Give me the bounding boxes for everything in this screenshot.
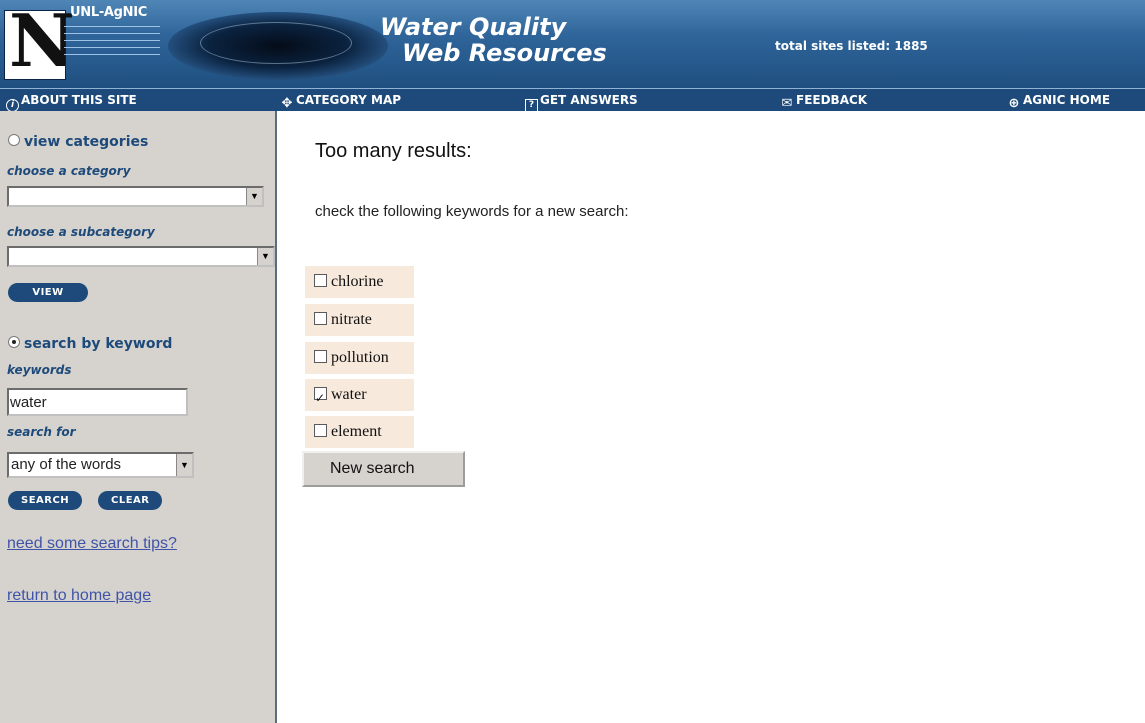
globe-icon: ⊕ [1008, 96, 1020, 111]
mail-icon: ✉ [781, 96, 793, 111]
search-button[interactable]: SEARCH [8, 491, 83, 510]
search-tips-link[interactable]: need some search tips? [7, 535, 177, 553]
return-home-link[interactable]: return to home page [7, 587, 151, 605]
choose-category-label: choose a category [7, 164, 131, 178]
dropdown-arrow-icon[interactable]: ▼ [246, 188, 262, 205]
keyword-checkbox-chlorine[interactable] [314, 274, 327, 287]
total-sites-count: total sites listed: 1885 [775, 39, 928, 53]
arrows-icon: ✥ [281, 96, 293, 111]
subcategory-select[interactable]: ▼ [7, 246, 275, 267]
nav-agnic-home-label: AGNIC HOME [1023, 93, 1111, 107]
keyword-label: element [331, 423, 382, 440]
site-title-line1: Water Quality [380, 13, 567, 41]
instructions-text: check the following keywords for a new s… [315, 203, 629, 220]
search-for-select-value: any of the words [11, 456, 122, 473]
dropdown-arrow-icon[interactable]: ▼ [176, 454, 192, 476]
keyword-option[interactable]: element [305, 416, 414, 448]
keyword-checkbox-water[interactable] [314, 382, 327, 414]
keyword-checkbox-element[interactable] [314, 424, 327, 437]
brand-name: UNL-AgNIC [70, 5, 148, 20]
keywords-label: keywords [7, 363, 72, 377]
new-search-button[interactable]: New search [302, 451, 465, 487]
search-keyword-radio[interactable] [8, 336, 20, 348]
view-categories-radio[interactable] [8, 134, 20, 146]
dropdown-arrow-icon[interactable]: ▼ [257, 248, 273, 265]
clear-button[interactable]: CLEAR [98, 491, 163, 510]
site-title: Water Quality Web Resources [380, 14, 607, 66]
keyword-option[interactable]: nitrate [305, 304, 414, 336]
search-for-select[interactable]: any of the words ▼ [7, 452, 194, 478]
keywords-input[interactable] [7, 388, 188, 416]
search-keyword-option[interactable]: search by keyword [8, 335, 172, 353]
header-banner: N UNL-AgNIC Water Quality Web Resources … [0, 0, 1145, 88]
category-select[interactable]: ▼ [7, 186, 264, 207]
view-categories-label: view categories [24, 134, 149, 150]
page-title: Too many results: [315, 140, 472, 162]
sidebar: view categories choose a category ▼ choo… [0, 111, 277, 723]
nav-category-map[interactable]: ✥ CATEGORY MAP [280, 92, 402, 111]
nav-feedback-label: FEEDBACK [796, 93, 868, 107]
keyword-option[interactable]: pollution [305, 342, 414, 374]
water-ripple-graphic [200, 22, 352, 64]
nebraska-n-logo[interactable]: N [4, 5, 75, 80]
search-for-label: search for [7, 425, 76, 439]
nav-get-answers-label: GET ANSWERS [540, 93, 638, 107]
nav-category-map-label: CATEGORY MAP [296, 93, 402, 107]
keyword-label: water [331, 386, 367, 403]
keyword-label: nitrate [331, 311, 372, 328]
choose-subcategory-label: choose a subcategory [7, 225, 155, 239]
nav-agnic-home[interactable]: ⊕ AGNIC HOME [1007, 92, 1111, 111]
view-categories-option[interactable]: view categories [8, 133, 148, 151]
keyword-checkbox-nitrate[interactable] [314, 312, 327, 325]
keyword-checkbox-pollution[interactable] [314, 350, 327, 363]
brand-stripes [64, 26, 160, 66]
keyword-option[interactable]: chlorine [305, 266, 414, 298]
site-title-line2: Web Resources [402, 39, 607, 67]
keyword-label: pollution [331, 349, 389, 366]
nav-get-answers[interactable]: ? GET ANSWERS [525, 92, 638, 112]
question-icon: ? [525, 99, 538, 112]
nav-bar: i ABOUT THIS SITE ✥ CATEGORY MAP ? GET ANSW… [0, 88, 1145, 112]
view-button[interactable]: VIEW [8, 283, 88, 302]
keyword-option[interactable]: water [305, 379, 414, 414]
nav-about-label: ABOUT THIS SITE [21, 93, 137, 107]
search-keyword-label: search by keyword [24, 336, 173, 352]
nav-feedback[interactable]: ✉ FEEDBACK [780, 92, 868, 111]
keyword-label: chlorine [331, 273, 384, 290]
nav-about[interactable]: i ABOUT THIS SITE [6, 92, 137, 112]
